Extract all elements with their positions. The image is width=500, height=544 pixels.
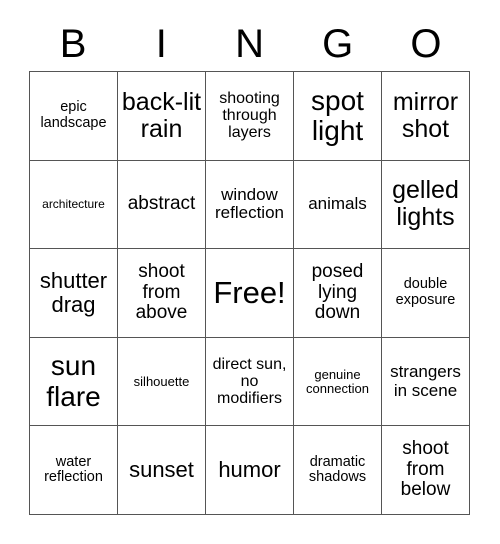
bingo-cell[interactable]: shoot from above [118,249,206,338]
bingo-cell-label: mirror shot [392,87,459,143]
bingo-cell-label: gelled lights [392,176,459,232]
bingo-cell-label: silhouette [133,373,190,389]
bingo-cell-label: shoot from below [400,438,451,501]
bingo-cell[interactable]: direct sun, no modifiers [206,337,294,427]
bingo-header-letter-g: G [322,21,354,66]
bingo-cell[interactable]: animals [294,160,382,250]
bingo-cell-label: back-lit rain [121,87,202,143]
bingo-cell-label: shoot from above [135,261,188,324]
bingo-cell[interactable]: architecture [30,160,118,250]
bingo-cell[interactable]: silhouette [118,337,206,427]
bingo-cell-label: direct sun, no modifiers [212,355,287,408]
bingo-cell-label: sun flare [46,350,101,412]
bingo-cell-label: animals [308,194,367,214]
bingo-header-letter-i: I [155,21,167,66]
bingo-cell-label: architecture [42,196,105,211]
bingo-cell[interactable]: water reflection [30,426,118,515]
bingo-cell[interactable]: dramatic shadows [294,426,382,515]
bingo-cell[interactable]: gelled lights [382,160,470,250]
bingo-cell[interactable]: epic landscape [30,72,118,161]
bingo-cell[interactable]: sunset [118,426,206,515]
bingo-card: B I N G O epic landscape back-lit rain shootin… [0,0,500,544]
bingo-header-letter-b: B [59,21,87,66]
bingo-cell-label: shutter drag [39,268,108,317]
bingo-cell-label: posed lying down [311,261,364,324]
bingo-grid: epic landscape back-lit rain shooting thro… [29,71,470,515]
bingo-cell-label: window reflection [215,185,284,223]
bingo-cell[interactable]: sun flare [30,337,118,427]
bingo-cell-label: epic landscape [40,99,107,131]
bingo-cell[interactable]: genuine connection [294,337,382,427]
bingo-cell-label: shooting through layers [219,89,280,142]
bingo-cell[interactable]: back-lit rain [118,72,206,161]
bingo-cell[interactable]: shooting through layers [206,72,294,161]
bingo-cell[interactable]: shoot from below [382,426,470,515]
bingo-header: BINGO [29,16,470,71]
bingo-cell-label: sunset [129,457,194,483]
bingo-cell-label: abstract [127,193,196,215]
bingo-cell-label: double exposure [395,276,456,308]
bingo-cell-label: genuine connection [306,366,369,396]
bingo-cell-label: dramatic shadows [308,453,367,486]
bingo-cell[interactable]: humor [206,426,294,515]
bingo-cell[interactable]: strangers in scene [382,337,470,427]
bingo-cell-label: Free! [213,275,286,311]
bingo-cell-label: strangers in scene [390,362,461,400]
bingo-cell-label: humor [218,457,281,483]
bingo-cell-label: water reflection [44,453,103,486]
bingo-cell[interactable]: mirror shot [382,72,470,161]
bingo-cell[interactable]: window reflection [206,160,294,250]
bingo-cell[interactable]: shutter drag [30,249,118,338]
bingo-cell[interactable]: double exposure [382,249,470,338]
bingo-header-letter-o: O [410,21,442,66]
bingo-cell[interactable]: spot light [294,72,382,161]
bingo-cell[interactable]: posed lying down [294,249,382,338]
bingo-cell-label: spot light [311,84,364,146]
bingo-free-cell[interactable]: Free! [206,249,294,338]
bingo-cell[interactable]: abstract [118,160,206,250]
bingo-header-letter-n: N [235,21,264,66]
